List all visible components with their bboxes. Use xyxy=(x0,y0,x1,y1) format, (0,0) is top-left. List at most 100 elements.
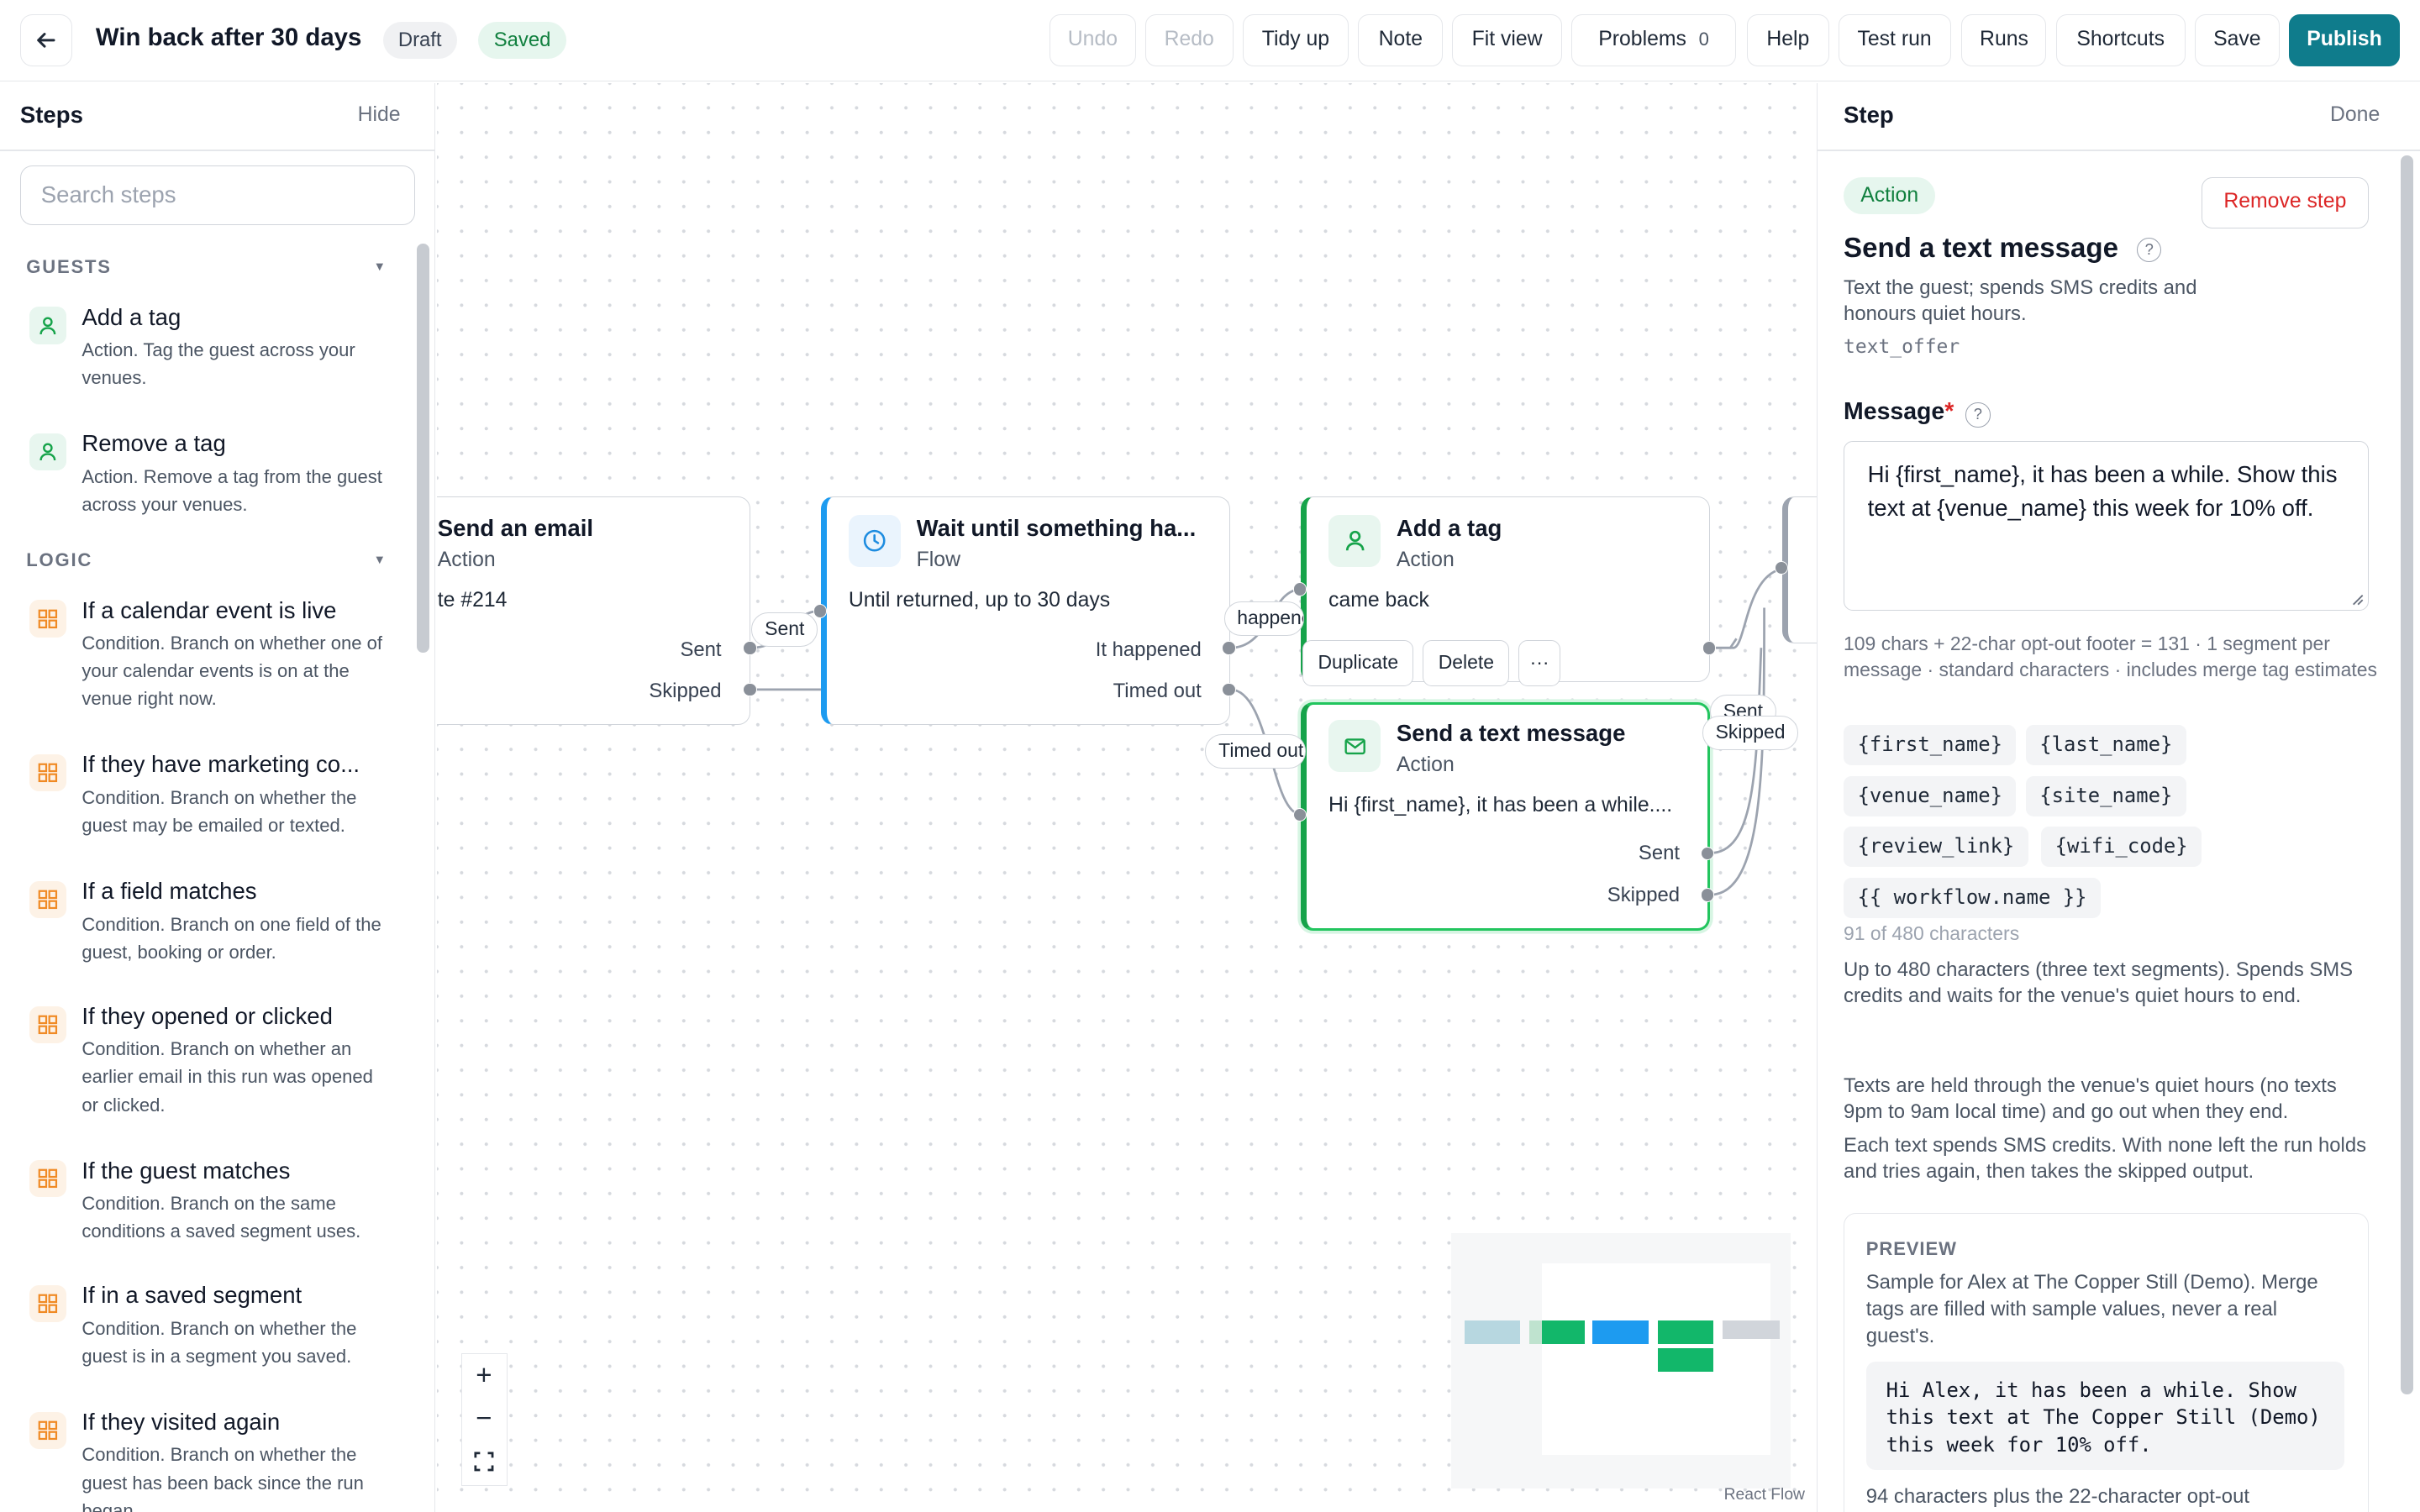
redo-button[interactable]: Redo xyxy=(1144,13,1234,66)
step-item-remove-tag[interactable]: Remove a tag Action. Remove a tag from t… xyxy=(26,430,397,522)
step-panel-title: Step xyxy=(1844,102,1894,129)
step-item-desc: Condition. Branch on whether the guest h… xyxy=(82,1444,364,1512)
steps-scrollbar[interactable] xyxy=(416,244,429,653)
merge-tag-chip[interactable]: {site_name} xyxy=(2025,775,2186,816)
merge-tag-chip[interactable]: {review_link} xyxy=(1844,827,2028,868)
help-button[interactable]: Help xyxy=(1747,13,1829,66)
help-icon[interactable]: ? xyxy=(1965,402,1991,428)
clock-icon xyxy=(848,514,902,568)
output-handle[interactable] xyxy=(1222,682,1236,697)
merge-tag-chip[interactable]: {first_name} xyxy=(1844,725,2017,765)
node-type: Action xyxy=(1396,549,1455,572)
step-panel-scrollbar[interactable] xyxy=(2401,155,2413,1395)
node-offscreen[interactable] xyxy=(1774,496,1817,643)
input-handle[interactable] xyxy=(1292,582,1307,596)
node-send-email[interactable]: Send an email Action te #214 Sent Skippe… xyxy=(436,496,757,726)
step-item-desc: Condition. Branch on one field of the gu… xyxy=(82,913,381,963)
node-send-text[interactable]: Send a text message Action Hi {first_nam… xyxy=(1292,701,1715,931)
message-textarea[interactable]: Hi {first_name}, it has been a while. Sh… xyxy=(1844,441,2369,612)
step-item-desc: Action. Tag the guest across your venues… xyxy=(82,339,355,389)
search-steps-input[interactable]: Search steps xyxy=(19,165,416,226)
step-item-name: If a calendar event is live xyxy=(82,596,337,623)
done-button[interactable]: Done xyxy=(2330,103,2380,127)
step-item-marketing-consent[interactable]: If they have marketing co... Condition. … xyxy=(26,751,397,843)
merge-tag-chip[interactable]: {{ workflow.name }} xyxy=(1844,878,2102,918)
step-item-saved-segment[interactable]: If in a saved segment Condition. Branch … xyxy=(26,1282,397,1374)
fit-view-button[interactable]: Fit view xyxy=(1452,13,1562,66)
more-options-button[interactable]: ··· xyxy=(1518,640,1560,687)
edge-label-skipped[interactable]: Skipped xyxy=(1702,716,1799,750)
merge-tag-chip[interactable]: {last_name} xyxy=(2025,725,2186,765)
input-handle[interactable] xyxy=(813,604,828,618)
collapse-logic-icon[interactable]: ▼ xyxy=(373,554,386,567)
output-handle[interactable] xyxy=(1700,888,1715,902)
minimap-node xyxy=(1465,1320,1521,1344)
step-item-desc: Condition. Branch on whether an earlier … xyxy=(82,1038,373,1116)
step-item-visited-again[interactable]: If they visited again Condition. Branch … xyxy=(26,1409,397,1512)
arrow-left-icon xyxy=(37,32,55,48)
zoom-in-button[interactable]: + xyxy=(462,1354,505,1397)
step-item-opened-clicked[interactable]: If they opened or clicked Condition. Bra… xyxy=(26,1003,397,1126)
message-label: Message* xyxy=(1844,398,1954,426)
minimap-node xyxy=(1722,1320,1780,1340)
undo-button[interactable]: Undo xyxy=(1049,13,1136,66)
preview-card: PREVIEW Sample for Alex at The Copper St… xyxy=(1844,1212,2369,1512)
minimap-viewport xyxy=(1541,1263,1770,1456)
remove-step-button[interactable]: Remove step xyxy=(2202,177,2369,228)
output-handle[interactable] xyxy=(1702,641,1717,655)
workflow-canvas[interactable]: Send an email Action te #214 Sent Skippe… xyxy=(436,83,1817,1512)
collapse-guests-icon[interactable]: ▼ xyxy=(373,260,386,274)
help-icon[interactable]: ? xyxy=(2137,237,2162,263)
top-bar: Win back after 30 days Draft Saved Undo … xyxy=(0,0,2420,82)
duplicate-button[interactable]: Duplicate xyxy=(1302,640,1414,687)
save-button[interactable]: Save xyxy=(2194,13,2280,66)
input-handle[interactable] xyxy=(1292,807,1307,822)
note-button[interactable]: Note xyxy=(1358,13,1444,66)
grid-icon xyxy=(29,1284,66,1323)
preview-footer: 94 characters plus the 22-character opt-… xyxy=(1865,1484,2249,1508)
publish-button[interactable]: Publish xyxy=(2288,13,2401,66)
step-item-desc: Condition. Branch on the same conditions… xyxy=(82,1193,361,1242)
output-handle[interactable] xyxy=(1222,641,1236,655)
node-body: came back xyxy=(1328,588,1429,612)
resize-handle-icon[interactable] xyxy=(2350,592,2365,606)
delete-button[interactable]: Delete xyxy=(1423,640,1510,687)
runs-button[interactable]: Runs xyxy=(1961,13,2047,66)
step-item-desc: Condition. Branch on whether the guest m… xyxy=(82,787,357,837)
problems-button[interactable]: Problems 0 xyxy=(1570,13,1737,66)
input-handle[interactable] xyxy=(1774,560,1789,575)
merge-tag-chip[interactable]: {venue_name} xyxy=(1844,775,2017,816)
test-run-button[interactable]: Test run xyxy=(1838,13,1951,66)
output-timed-out-label: Timed out xyxy=(1113,680,1202,703)
problems-label: Problems xyxy=(1598,27,1686,50)
edge-label-sent[interactable]: Sent xyxy=(751,612,818,647)
workflow-title: Win back after 30 days xyxy=(95,23,362,51)
step-key: text_offer xyxy=(1844,336,1960,359)
step-item-field-matches[interactable]: If a field matches Condition. Branch on … xyxy=(26,878,397,970)
node-type: Action xyxy=(437,549,496,572)
grid-icon xyxy=(29,754,66,792)
fit-view-icon[interactable] xyxy=(462,1441,505,1483)
step-item-name: If a field matches xyxy=(82,878,257,905)
minimap-node xyxy=(1592,1320,1649,1344)
zoom-out-button[interactable]: − xyxy=(462,1397,505,1440)
output-handle[interactable] xyxy=(743,641,757,655)
step-item-desc: Action. Remove a tag from the guest acro… xyxy=(82,465,382,516)
step-item-calendar-event[interactable]: If a calendar event is live Condition. B… xyxy=(26,597,397,721)
step-item-add-tag[interactable]: Add a tag Action. Tag the guest across y… xyxy=(26,304,397,396)
edge-label-happened[interactable]: happened xyxy=(1223,601,1304,636)
minimap-node xyxy=(1657,1320,1713,1344)
minimap[interactable] xyxy=(1450,1232,1791,1489)
person-icon xyxy=(29,307,66,344)
back-button[interactable] xyxy=(19,13,73,66)
edge-label-timed-out[interactable]: Timed out xyxy=(1205,734,1306,769)
step-item-guest-matches[interactable]: If the guest matches Condition. Branch o… xyxy=(26,1158,397,1250)
merge-tag-chip[interactable]: {wifi_code} xyxy=(2041,827,2202,868)
tidy-up-button[interactable]: Tidy up xyxy=(1242,13,1349,66)
hide-steps-button[interactable]: Hide xyxy=(358,103,401,127)
react-flow-attribution[interactable]: React Flow xyxy=(1724,1486,1805,1504)
node-wait[interactable]: Wait until something ha... Flow Until re… xyxy=(813,496,1236,726)
node-body: Until returned, up to 30 days xyxy=(848,588,1111,612)
step-item-name: If they have marketing co... xyxy=(82,751,360,778)
shortcuts-button[interactable]: Shortcuts xyxy=(2055,13,2186,66)
